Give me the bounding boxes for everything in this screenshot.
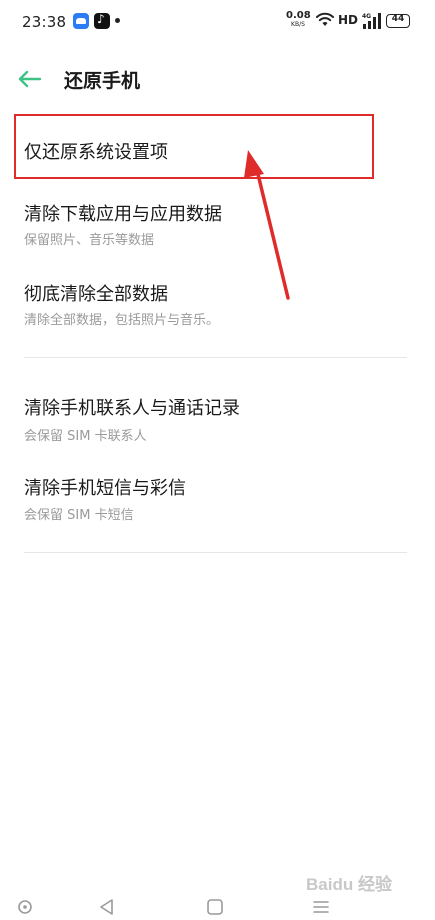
option-title: 清除手机联系人与通话记录 xyxy=(24,398,240,419)
wifi-icon xyxy=(316,12,334,26)
section-divider xyxy=(24,552,407,553)
back-arrow-icon xyxy=(18,70,42,88)
option-subtitle: 会保留 SIM 卡联系人 xyxy=(24,429,147,444)
option-title: 彻底清除全部数据 xyxy=(24,284,168,305)
net-speed-value: 0.08 xyxy=(286,10,311,21)
cloud-app-icon xyxy=(73,13,89,29)
battery-icon: 44 xyxy=(386,14,410,28)
network-speed: 0.08 KB/S xyxy=(286,10,311,29)
menu-icon[interactable] xyxy=(310,896,332,918)
status-time: 23:38 xyxy=(22,13,67,31)
option-title: 清除手机短信与彩信 xyxy=(24,478,186,499)
option-erase-all-data[interactable]: 彻底清除全部数据 清除全部数据，包括照片与音乐。 xyxy=(0,266,435,338)
section-divider xyxy=(24,357,407,358)
option-clear-apps-data[interactable]: 清除下载应用与应用数据 保留照片、音乐等数据 xyxy=(0,184,435,256)
status-bar: 23:38 0.08 KB/S HD 4G 44 xyxy=(0,0,435,44)
net-speed-unit: KB/S xyxy=(291,21,305,28)
option-title: 清除下载应用与应用数据 xyxy=(24,204,222,225)
tiktok-icon xyxy=(94,12,110,29)
back-button[interactable] xyxy=(14,64,46,94)
signal-icon: 4G xyxy=(362,13,381,29)
recents-square-icon[interactable] xyxy=(204,896,226,918)
option-subtitle: 清除全部数据，包括照片与音乐。 xyxy=(24,313,220,328)
back-triangle-icon[interactable] xyxy=(96,896,118,918)
annotation-highlight-box xyxy=(14,114,374,179)
home-dot-icon[interactable] xyxy=(14,896,36,918)
page-title: 还原手机 xyxy=(64,70,141,92)
option-clear-contacts-calls[interactable]: 清除手机联系人与通话记录 会保留 SIM 卡联系人 xyxy=(0,380,435,452)
signal-label: 4G xyxy=(362,13,371,20)
option-clear-sms-mms[interactable]: 清除手机短信与彩信 会保留 SIM 卡短信 xyxy=(0,460,435,532)
option-subtitle: 会保留 SIM 卡短信 xyxy=(24,508,134,523)
more-notifications-dot xyxy=(115,18,120,23)
option-subtitle: 保留照片、音乐等数据 xyxy=(24,233,155,248)
header: 还原手机 xyxy=(0,52,435,108)
watermark: Baidu 经验 xyxy=(306,875,392,894)
battery-level: 44 xyxy=(391,14,405,24)
hd-label: HD xyxy=(338,13,359,27)
